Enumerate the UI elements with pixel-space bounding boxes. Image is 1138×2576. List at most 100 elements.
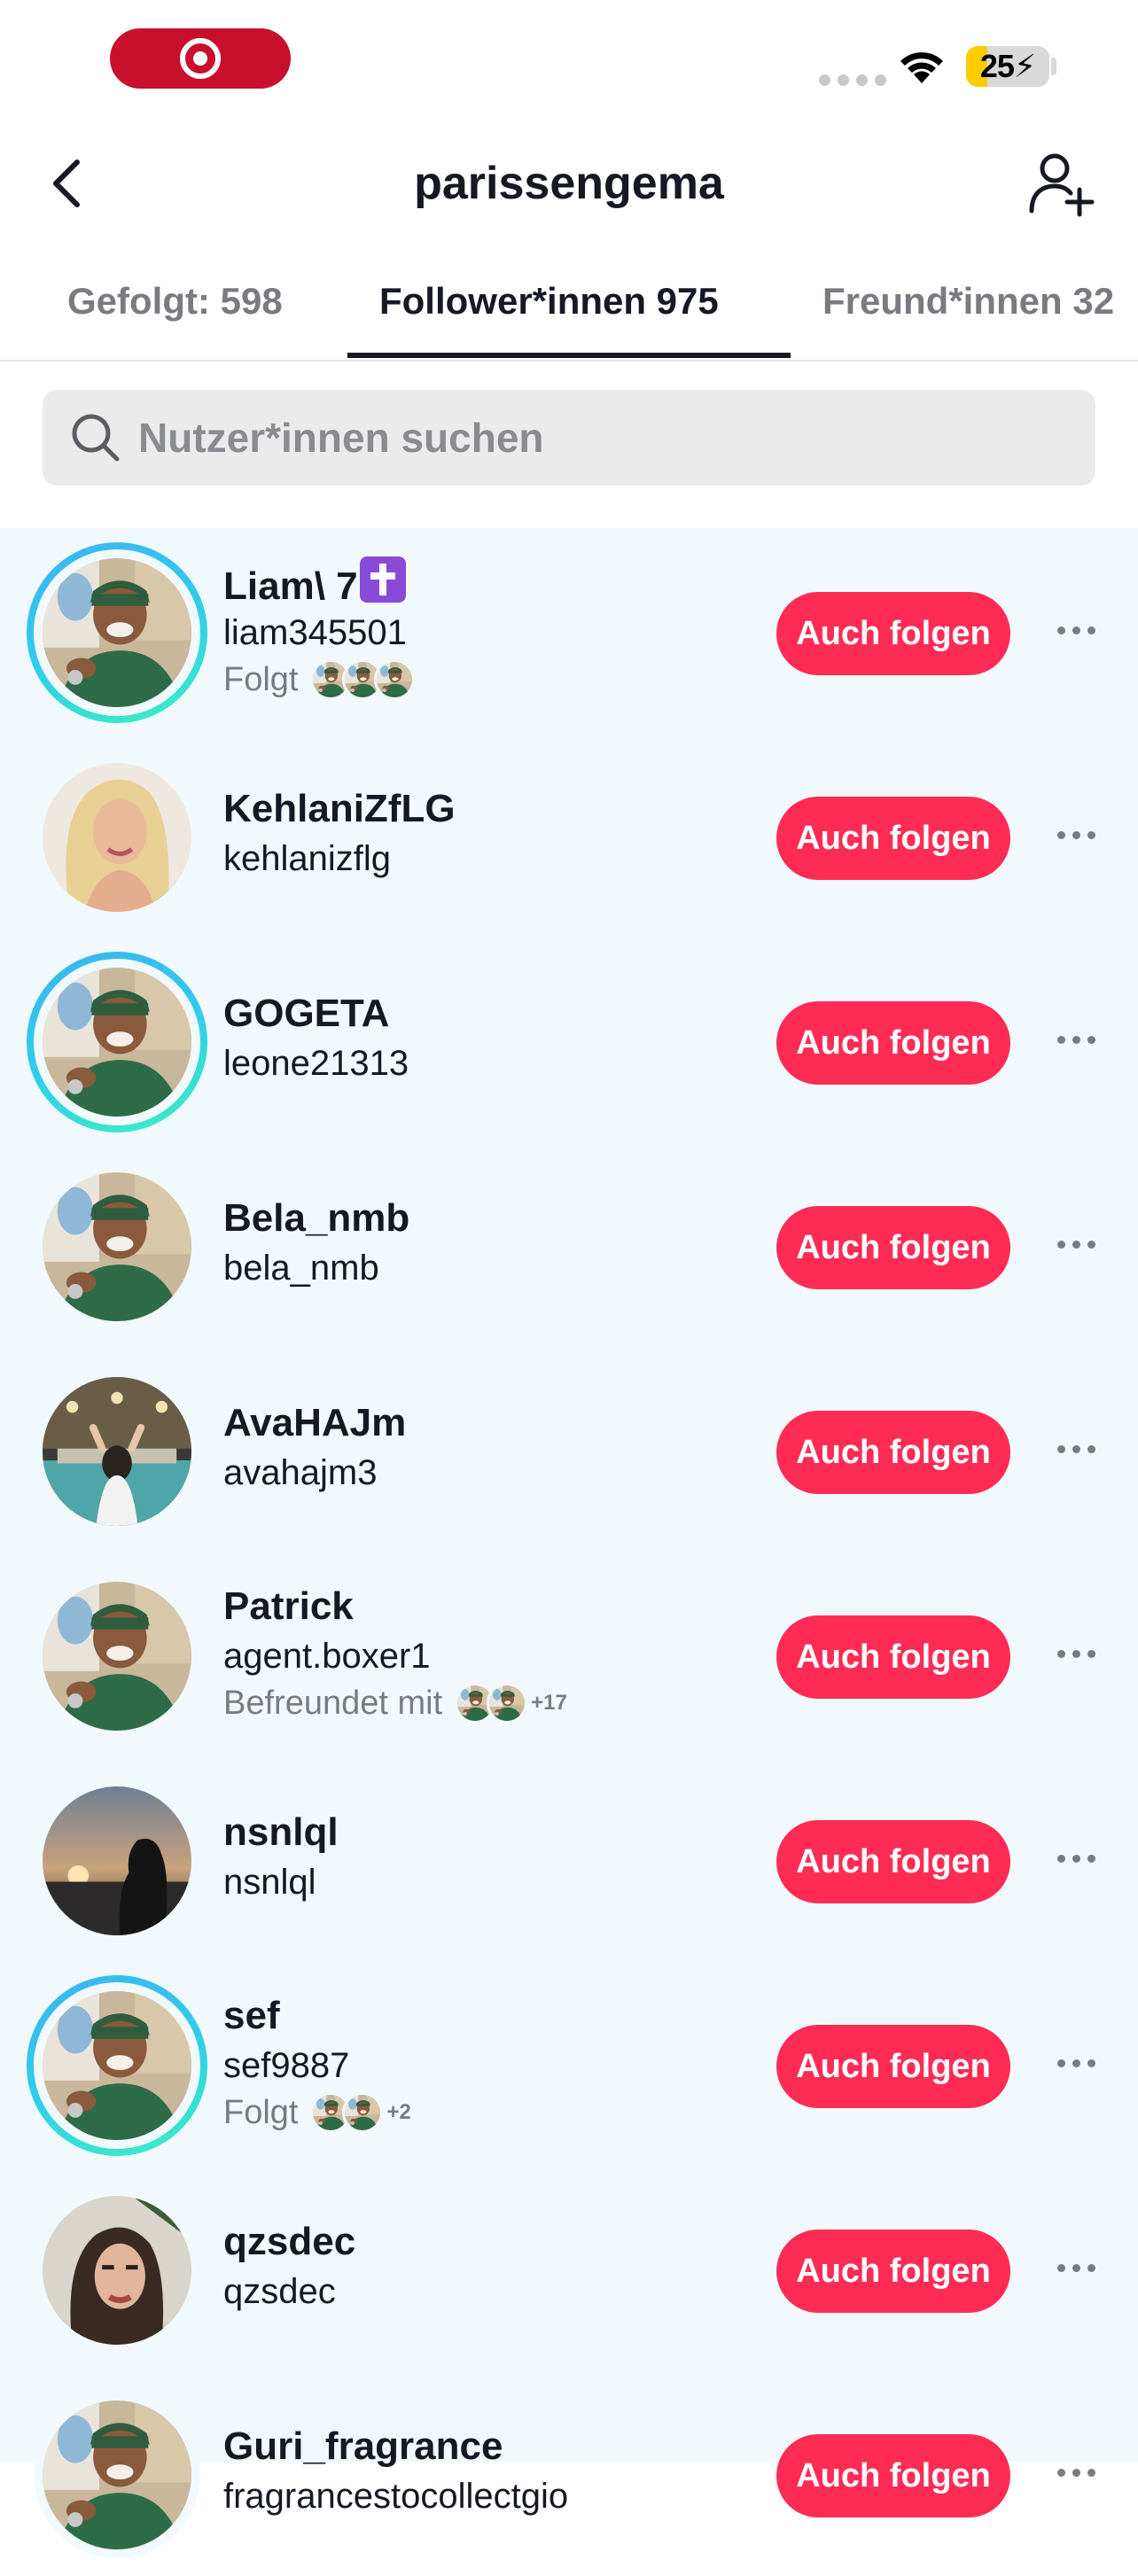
tab-friends[interactable]: Freund*innen 32 [822,275,1114,328]
follow-back-button[interactable]: Auch folgen [776,592,1010,675]
user-handle: leone21313 [223,1044,409,1083]
mutual-label: Befreundet mit [223,1685,443,1722]
avatar-story-ring[interactable] [27,1566,207,1747]
user-display-name: nsnlql [223,1810,339,1854]
cross-emoji-icon [359,556,406,603]
tab-followers[interactable]: Follower*innen 975 [379,275,719,328]
follow-back-button[interactable]: Auch folgen [776,2230,1010,2313]
follow-back-button[interactable]: Auch folgen [776,2434,1010,2518]
follower-row[interactable]: Bela_nmb bela_nmb Auch folgen [0,1146,1138,1348]
more-options-button[interactable] [1049,1845,1103,1872]
avatar [43,558,191,707]
record-icon [180,38,221,79]
user-handle: qzsdec [223,2272,336,2311]
user-handle: bela_nmb [223,1249,379,1288]
user-display-name: AvaHAJm [223,1401,407,1444]
avatar [43,2401,191,2549]
search-icon [72,414,120,462]
avatar-story-ring[interactable] [27,1771,207,1951]
avatar-story-ring[interactable] [27,952,207,1132]
more-icon [1056,2263,1065,2272]
more-options-button[interactable] [1049,2254,1103,2281]
battery-percent: 25 [979,48,1015,84]
mutual-avatar [487,1683,528,1724]
follower-row[interactable]: Guri_fragrance fragrancestocollectgio Auch… [0,2374,1138,2576]
user-display-name: sef [223,1994,280,2037]
more-icon [1056,1240,1065,1249]
follower-row[interactable]: KehlaniZfLG kehlanizflg Auch folgen [0,736,1138,938]
more-icon [1056,1854,1065,1863]
user-handle: nsnlql [223,1863,316,1902]
user-display-name: qzsdec [223,2220,356,2263]
more-options-button[interactable] [1049,1231,1103,1257]
avatar-story-ring[interactable] [27,542,207,723]
avatar [43,1991,191,2140]
avatar [43,1377,191,1526]
more-options-button[interactable] [1049,1436,1103,1462]
mutual-avatars: +17 [455,1679,567,1727]
mutual-info: Befreundet mit +17 [223,1679,567,1727]
avatar-story-ring[interactable] [27,2385,207,2565]
more-icon [1056,1035,1065,1044]
mutual-more-count: +17 [531,1691,567,1715]
tab-following[interactable]: Gefolgt: 598 [67,275,283,328]
follow-back-button[interactable]: Auch folgen [776,1820,1010,1903]
add-user-icon [1029,153,1095,217]
add-user-button[interactable] [1028,151,1095,218]
follow-back-button[interactable]: Auch folgen [776,1411,1010,1494]
user-handle: sef9887 [223,2046,350,2085]
more-options-button[interactable] [1049,821,1103,848]
mutual-avatars [310,659,418,700]
screen-recording-indicator[interactable] [110,28,291,89]
follow-back-button[interactable]: Auch folgen [776,1206,1010,1289]
user-handle: agent.boxer1 [223,1637,431,1676]
more-options-button[interactable] [1049,2459,1103,2486]
follow-back-button[interactable]: Auch folgen [776,1001,1010,1085]
more-options-button[interactable] [1049,1640,1103,1667]
more-options-button[interactable] [1049,2050,1103,2076]
search-input[interactable] [138,390,1078,486]
mutual-avatar [374,659,416,700]
avatar [43,763,191,912]
user-display-name: GOGETA [223,992,390,1035]
search-box[interactable] [43,390,1095,486]
follower-row[interactable]: AvaHAJm avahajm3 Auch folgen [0,1350,1138,1553]
follow-back-button[interactable]: Auch folgen [776,2025,1010,2108]
avatar-story-ring[interactable] [27,1975,207,2156]
avatar [43,2196,191,2345]
avatar-story-ring[interactable] [27,747,207,928]
follower-row[interactable]: sef sef9887 Folgt +2 Auch folgen [0,1965,1138,2167]
avatar-story-ring[interactable] [27,1156,207,1337]
more-icon [1056,626,1065,634]
follower-row[interactable]: Patrick agent.boxer1 Befreundet mit +17 Auch… [0,1555,1138,1757]
more-icon [1056,2468,1065,2477]
mutual-avatar [342,2092,384,2133]
mutual-info: Folgt [223,656,418,704]
follower-row[interactable]: nsnlql nsnlql Auch folgen [0,1760,1138,1962]
user-handle: kehlanizflg [223,839,392,878]
cellular-signal-icon [819,74,886,86]
avatar [43,968,191,1117]
user-display-name: Liam\ 7 [223,564,358,608]
avatar-story-ring[interactable] [27,2180,207,2361]
follower-row[interactable]: qzsdec qzsdec Auch folgen [0,2169,1138,2371]
follow-back-button[interactable]: Auch folgen [776,797,1010,880]
follower-row[interactable]: Liam\ 7 liam345501 Folgt Auch folgen [0,532,1138,734]
avatar [43,1582,191,1731]
user-display-name: KehlaniZfLG [223,787,456,830]
more-icon [1056,1649,1065,1658]
more-options-button[interactable] [1049,617,1103,643]
follow-back-button[interactable]: Auch folgen [776,1615,1010,1699]
user-display-name: Bela_nmb [223,1196,410,1240]
wifi-icon [900,52,943,83]
avatar-story-ring[interactable] [27,1361,207,1542]
follower-list: Liam\ 7 liam345501 Folgt Auch folgen Kehlani… [0,528,1138,2558]
user-handle: fragrancestocollectgio [223,2477,569,2516]
follower-row[interactable]: GOGETA leone21313 Auch folgen [0,941,1138,1143]
mutual-label: Folgt [223,661,299,698]
more-icon [1056,1444,1065,1453]
active-tab-indicator [347,353,791,358]
mutual-label: Folgt [223,2094,299,2131]
tab-bar: Gefolgt: 598 Follower*innen 975 Freund*i… [0,266,1138,362]
more-options-button[interactable] [1049,1026,1103,1053]
